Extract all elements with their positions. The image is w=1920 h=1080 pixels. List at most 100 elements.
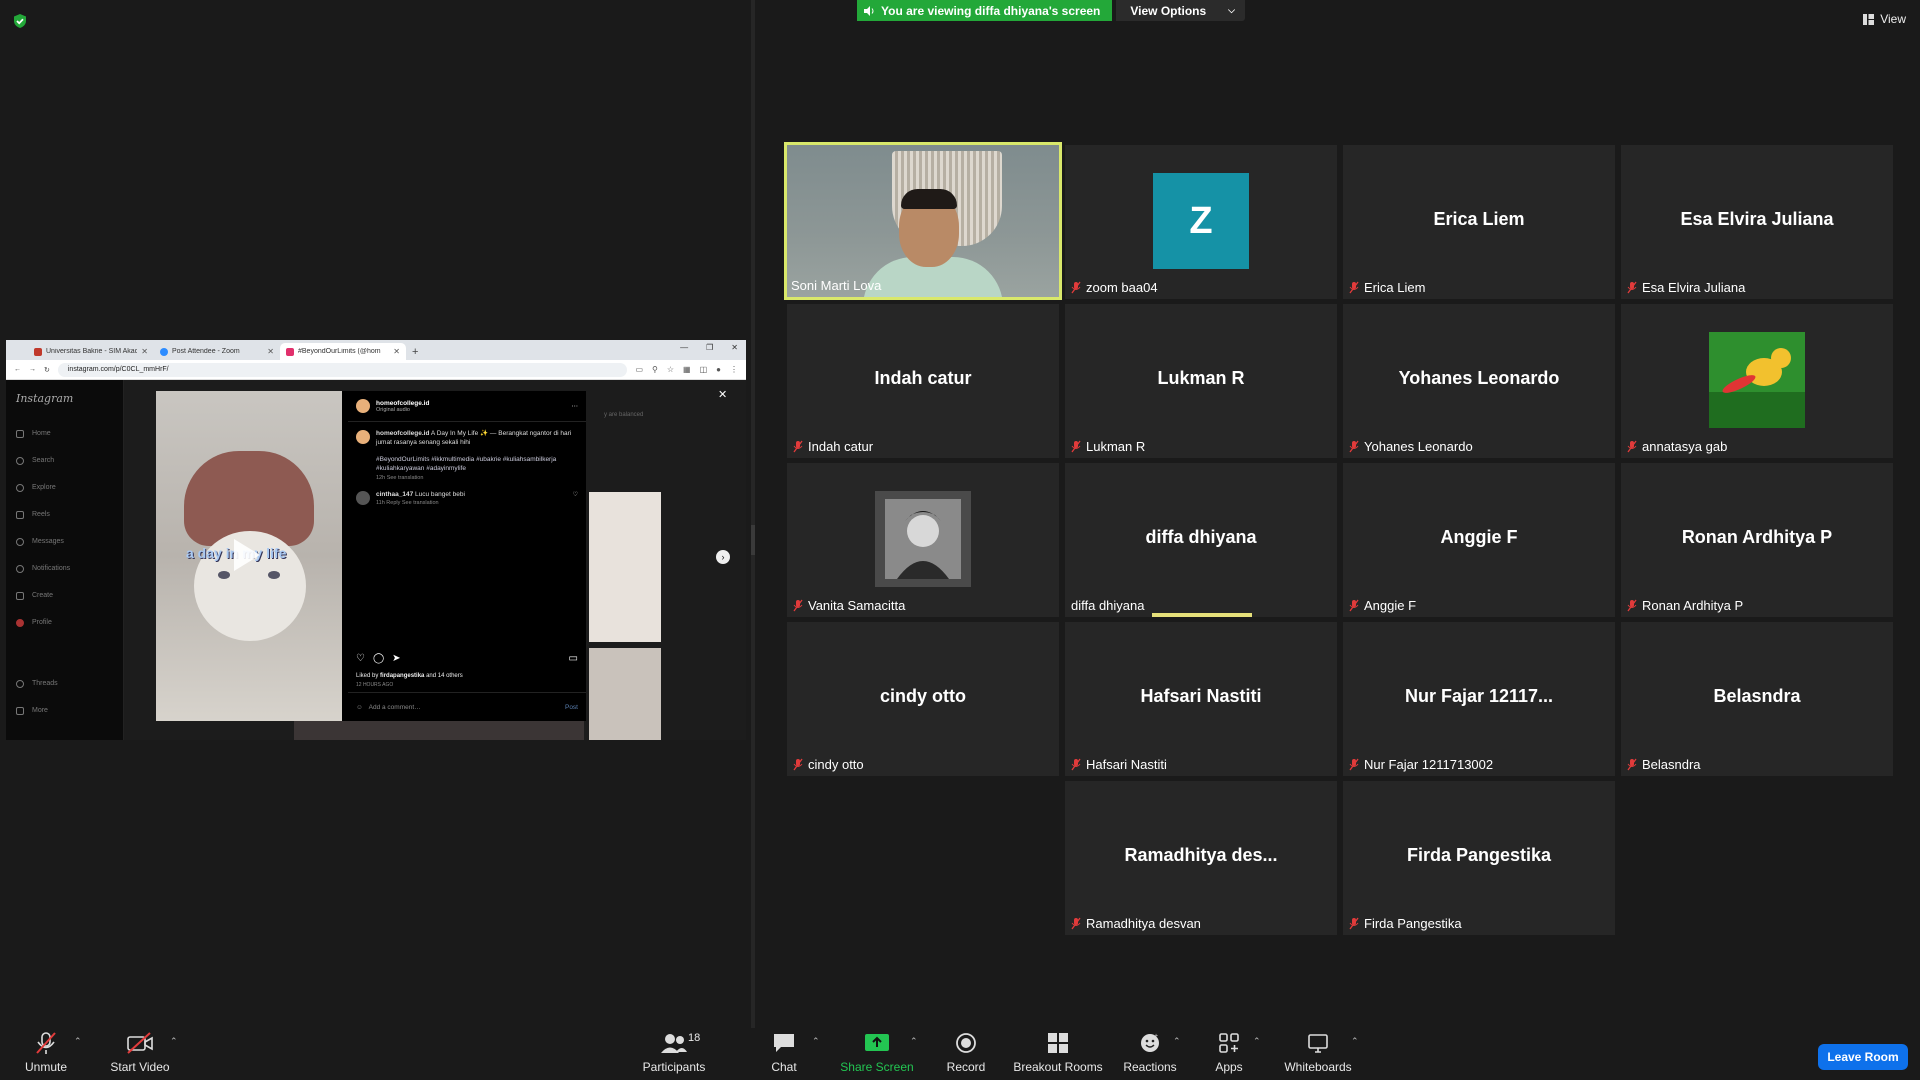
play-icon[interactable] (234, 539, 260, 571)
nav-item-create[interactable]: Create (16, 589, 113, 602)
chat-button[interactable]: Chat (766, 1028, 802, 1074)
caption-username[interactable]: homeofcollege.id (376, 430, 429, 437)
whiteboards-options-caret-icon[interactable]: ⌃ (1351, 1036, 1359, 1047)
view-layout-button[interactable]: View (1863, 12, 1906, 26)
participant-tile[interactable]: Lukman R Lukman R (1065, 304, 1337, 458)
address-bar[interactable]: instagram.com/p/C0CL_mmHrF/ (57, 362, 628, 377)
browser-tab-active[interactable]: #BeyondOurLimits (@hom ✕ (280, 343, 406, 360)
reactions-options-caret-icon[interactable]: ⌃ (1173, 1036, 1181, 1047)
close-icon[interactable]: ✕ (141, 347, 148, 356)
mic-muted-icon (1627, 440, 1637, 453)
post-comment-button[interactable]: Post (565, 704, 578, 711)
chat-options-caret-icon[interactable]: ⌃ (812, 1036, 820, 1047)
menu-icon[interactable]: ⋮ (730, 365, 738, 374)
bookmark-icon[interactable]: ▭ (569, 653, 578, 664)
close-icon[interactable]: ✕ (267, 347, 274, 356)
star-icon[interactable]: ☆ (667, 365, 674, 374)
nav-item-home[interactable]: Home (16, 427, 113, 440)
add-comment-input[interactable]: Add a comment… (369, 704, 421, 711)
new-tab-icon[interactable]: + (412, 346, 418, 358)
start-video-button[interactable]: Start Video (108, 1028, 172, 1074)
shared-screen[interactable]: Universitas Bakrie - SIM Akade ✕ Post At… (6, 340, 746, 740)
nav-item-messages[interactable]: Messages (16, 535, 113, 548)
nav-item-search[interactable]: Search (16, 454, 113, 467)
browser-tab[interactable]: Post Attendee - Zoom ✕ (154, 343, 280, 360)
maximize-icon[interactable]: ❐ (706, 343, 713, 352)
post-audio[interactable]: Original audio (376, 407, 429, 413)
participants-button[interactable]: 18 Participants (642, 1028, 706, 1074)
participant-tile[interactable]: Z zoom baa04 (1065, 145, 1337, 299)
profile-icon[interactable]: ● (716, 365, 721, 374)
participant-tile[interactable]: Hafsari Nastiti Hafsari Nastiti (1065, 622, 1337, 776)
more-options-icon[interactable]: ⋯ (572, 402, 579, 410)
participant-tile[interactable]: Anggie F Anggie F (1343, 463, 1615, 617)
apps-options-caret-icon[interactable]: ⌃ (1253, 1036, 1261, 1047)
participant-tile[interactable]: annatasya gab (1621, 304, 1893, 458)
nav-item-more[interactable]: More (16, 704, 113, 717)
participant-tile[interactable]: cindy otto cindy otto (787, 622, 1059, 776)
divider-drag-handle[interactable] (751, 525, 755, 555)
unmute-button[interactable]: Unmute (22, 1028, 70, 1074)
participant-name: Ronan Ardhitya P (1627, 598, 1743, 613)
share-icon[interactable]: ➤ (392, 653, 400, 664)
instagram-logo[interactable]: Instagram (16, 392, 113, 405)
participant-tile[interactable]: Erica Liem Erica Liem (1343, 145, 1615, 299)
zoom-icon[interactable]: ⚲ (652, 365, 658, 374)
back-icon[interactable]: ← (14, 366, 21, 373)
close-icon[interactable]: ✕ (393, 347, 400, 356)
heart-icon[interactable]: ♡ (356, 653, 365, 664)
participant-tile-speaking[interactable]: diffa dhiyana diffa dhiyana (1065, 463, 1337, 617)
reactions-button[interactable]: + Reactions (1123, 1028, 1176, 1074)
minimize-icon[interactable]: — (680, 343, 688, 352)
nav-item-explore[interactable]: Explore (16, 481, 113, 494)
participant-tile[interactable]: Soni Marti Lova (784, 142, 1062, 300)
whiteboards-button[interactable]: Whiteboards (1282, 1028, 1354, 1074)
close-window-icon[interactable]: ✕ (731, 343, 738, 352)
participant-tile[interactable]: Yohanes Leonardo Yohanes Leonardo (1343, 304, 1615, 458)
forward-icon[interactable]: → (29, 366, 36, 373)
participant-tile[interactable]: Vanita Samacitta (787, 463, 1059, 617)
cast-icon[interactable]: ▭ (635, 365, 643, 374)
avatar[interactable] (356, 430, 370, 444)
participant-tile[interactable]: Esa Elvira Juliana Esa Elvira Juliana (1621, 145, 1893, 299)
post-username[interactable]: homeofcollege.id (376, 400, 429, 407)
liked-by-suffix[interactable]: and 14 others (426, 673, 463, 679)
participant-display-name: Indah catur (874, 368, 972, 388)
nav-item-reels[interactable]: Reels (16, 508, 113, 521)
breakout-rooms-button[interactable]: Breakout Rooms (1013, 1028, 1103, 1074)
avatar[interactable] (356, 490, 370, 505)
audio-options-caret-icon[interactable]: ⌃ (74, 1036, 82, 1047)
view-options-dropdown[interactable]: View Options ⌵ (1116, 0, 1245, 21)
apps-button[interactable]: Apps (1212, 1028, 1246, 1074)
avatar[interactable] (356, 399, 370, 413)
video-options-caret-icon[interactable]: ⌃ (170, 1036, 178, 1047)
security-shield-icon[interactable] (12, 13, 28, 29)
participant-tile[interactable]: Ronan Ardhitya P Ronan Ardhitya P (1621, 463, 1893, 617)
participant-tile[interactable]: Ramadhitya des... Ramadhitya desvan (1065, 781, 1337, 935)
share-screen-button[interactable]: Share Screen (840, 1028, 914, 1074)
nav-item-threads[interactable]: Threads (16, 677, 113, 690)
record-button[interactable]: Record (945, 1028, 987, 1074)
leave-room-button[interactable]: Leave Room (1818, 1044, 1908, 1070)
split-view-divider[interactable] (751, 0, 755, 1030)
close-icon[interactable]: ✕ (718, 388, 727, 401)
share-options-caret-icon[interactable]: ⌃ (910, 1036, 918, 1047)
post-video[interactable]: a day in my life (156, 391, 342, 721)
comment-icon[interactable]: ◯ (373, 653, 384, 664)
participant-tile[interactable]: Firda Pangestika Firda Pangestika (1343, 781, 1615, 935)
comment-username[interactable]: cinthaa_147 (376, 491, 413, 498)
participant-tile[interactable]: Belasndra Belasndra (1621, 622, 1893, 776)
participant-tile[interactable]: Indah catur Indah catur (787, 304, 1059, 458)
extension-icon[interactable]: ▦ (683, 365, 691, 374)
reload-icon[interactable]: ↻ (44, 366, 50, 374)
emoji-icon[interactable]: ☺ (356, 704, 363, 711)
next-post-icon[interactable]: › (716, 550, 730, 564)
nav-item-notifications[interactable]: Notifications (16, 562, 113, 575)
caption-hashtags[interactable]: #BeyondOurLimits #ikkmultimedia #ubakrie… (376, 456, 556, 472)
sidebar-icon[interactable]: ◫ (700, 365, 708, 374)
participant-tile[interactable]: Nur Fajar 12117... Nur Fajar 1211713002 (1343, 622, 1615, 776)
like-comment-icon[interactable]: ♡ (573, 491, 578, 509)
nav-item-profile[interactable]: Profile (16, 616, 113, 629)
liked-by-user[interactable]: firdapangestika (380, 673, 424, 679)
browser-tab[interactable]: Universitas Bakrie - SIM Akade ✕ (28, 343, 154, 360)
